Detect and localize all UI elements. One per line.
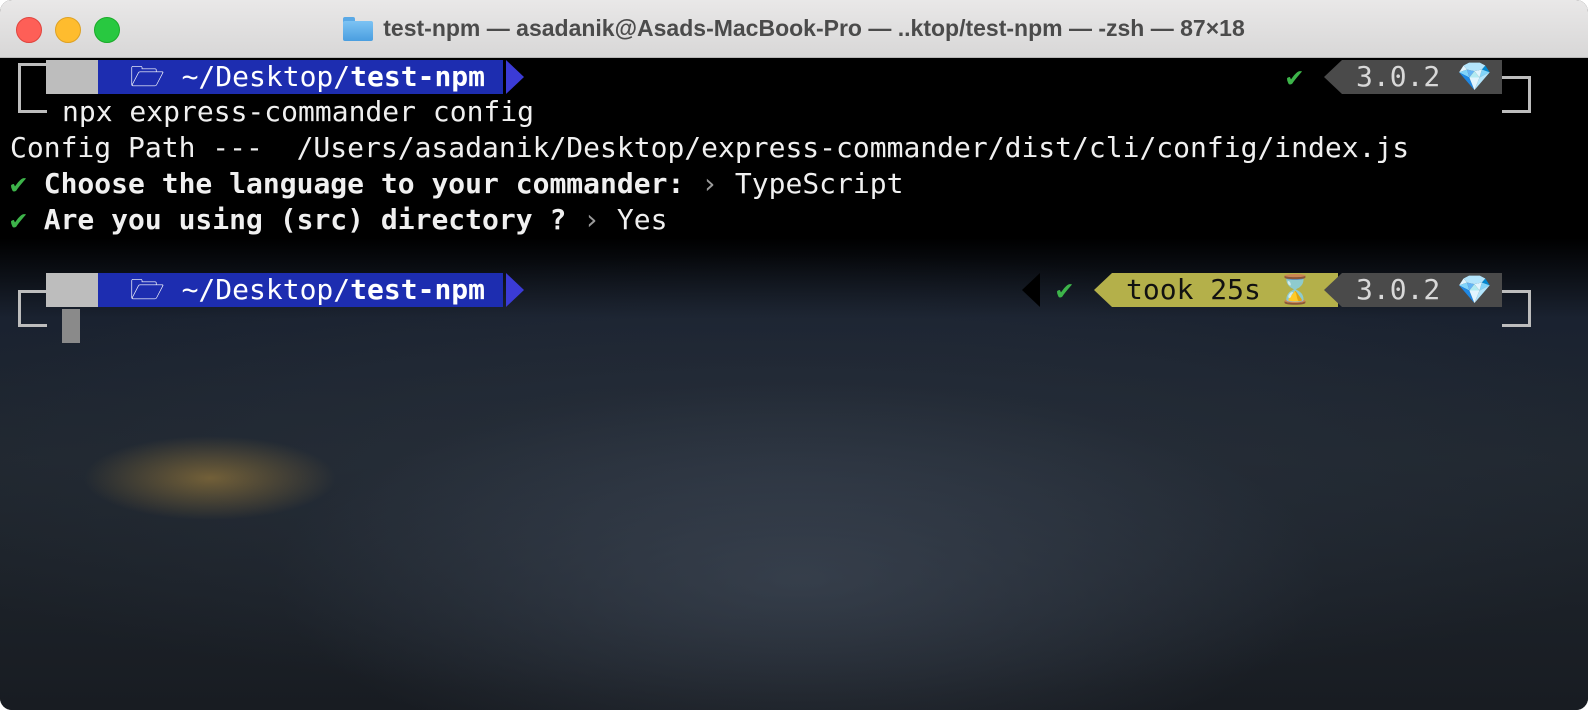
config-path-line: Config Path --- /Users/asadanik/Desktop/…	[10, 131, 1410, 164]
took-segment-arrow	[1094, 273, 1112, 307]
window-title-container: test-npm — asadanik@Asads-MacBook-Pro — …	[0, 0, 1588, 57]
apple-icon	[46, 60, 98, 94]
question-src-label: Are you using (src) directory ?	[43, 203, 567, 236]
status-segment-arrow	[1022, 273, 1040, 307]
question-language-label: Choose the language to your commander:	[43, 167, 685, 200]
directory-segment: 🗁 ~/Desktop/test-npm	[98, 60, 504, 94]
version-segment: 3.0.2 💎	[1342, 60, 1502, 94]
took-segment: took 25s ⌛	[1112, 273, 1338, 307]
prompt-frame-bottom-left	[18, 90, 47, 113]
terminal-content[interactable]: 🗁 ~/Desktop/test-npm ✔ 3.0.2 💎 npx expre…	[0, 58, 1588, 710]
status-check: ✔	[1056, 273, 1073, 306]
directory-path: 🗁 ~/Desktop/	[130, 273, 351, 306]
directory-name: test-npm	[350, 60, 486, 93]
directory-segment: 🗁 ~/Desktop/test-npm	[98, 273, 504, 307]
check-icon: ✔	[10, 167, 27, 200]
question-language-answer: TypeScript	[734, 167, 904, 200]
question-src-line: ✔ Are you using (src) directory ? › Yes	[10, 202, 667, 238]
prompt-frame-bottom-left	[18, 306, 47, 327]
status-check: ✔	[1286, 60, 1303, 93]
version-segment-arrow	[1324, 273, 1342, 307]
directory-name: test-npm	[350, 273, 486, 306]
terminal-window: test-npm — asadanik@Asads-MacBook-Pro — …	[0, 0, 1588, 710]
apple-icon	[46, 273, 98, 307]
folder-icon	[343, 16, 374, 41]
version-segment-arrow	[1324, 60, 1342, 94]
directory-path: 🗁 ~/Desktop/	[130, 60, 351, 93]
window-title: test-npm — asadanik@Asads-MacBook-Pro — …	[383, 15, 1245, 41]
text-cursor[interactable]	[62, 309, 80, 343]
title-bar[interactable]: test-npm — asadanik@Asads-MacBook-Pro — …	[0, 0, 1588, 58]
directory-segment-arrow	[506, 273, 524, 307]
command-line: npx express-commander config	[62, 95, 535, 128]
question-language-line: ✔ Choose the language to your commander:…	[10, 166, 903, 202]
version-segment: 3.0.2 💎	[1342, 273, 1502, 307]
prompt-frame-right-bottom	[1502, 90, 1531, 113]
question-src-answer: Yes	[616, 203, 668, 236]
check-icon: ✔	[10, 203, 27, 236]
directory-segment-arrow	[506, 60, 524, 94]
chevron-right-icon: ›	[566, 203, 617, 236]
chevron-right-icon: ›	[684, 167, 735, 200]
prompt-frame-right-bottom	[1502, 306, 1531, 327]
